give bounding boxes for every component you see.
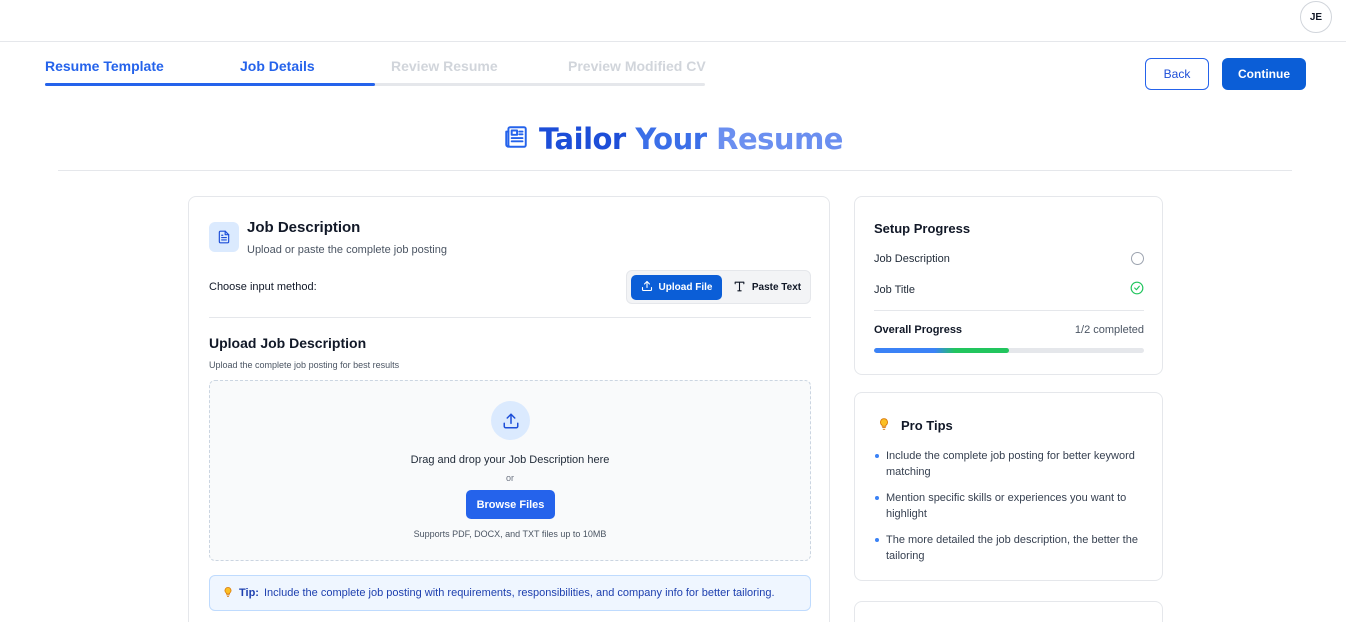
overall-progress-row: Overall Progress 1/2 completed: [874, 324, 1144, 336]
file-dropzone[interactable]: Drag and drop your Job Description here …: [209, 380, 811, 561]
browse-files-button[interactable]: Browse Files: [466, 490, 555, 519]
upload-section-subtitle: Upload the complete job posting for best…: [209, 360, 400, 370]
overall-progress-value: 1/2 completed: [1074, 324, 1144, 336]
job-description-card: Job Description Upload or paste the comp…: [188, 196, 830, 622]
upload-file-option[interactable]: Upload File: [631, 275, 722, 300]
step-job-details[interactable]: Job Details: [240, 58, 315, 74]
setup-progress-title: Setup Progress: [874, 221, 971, 236]
pro-tips-list: Include the complete job posting for bet…: [875, 448, 1145, 574]
upload-icon: [641, 280, 653, 295]
lightbulb-icon: [222, 586, 234, 601]
dropzone-instruction: Drag and drop your Job Description here: [410, 454, 610, 466]
section-divider: [209, 317, 811, 318]
lightbulb-icon: [877, 417, 891, 434]
overall-progress-label: Overall Progress: [874, 324, 963, 336]
newspaper-icon: [503, 124, 529, 155]
overall-progress-fill: [874, 348, 1009, 353]
user-avatar[interactable]: JE: [1300, 1, 1332, 33]
input-method-toggle: Upload File Paste Text: [626, 270, 811, 304]
step-resume-template[interactable]: Resume Template: [45, 58, 164, 74]
pro-tips-card: Pro Tips Include the complete job postin…: [854, 392, 1163, 581]
pending-circle-icon: [1131, 252, 1144, 265]
overall-progress-bar: [874, 348, 1144, 353]
tip-text: Include the complete job posting with re…: [263, 587, 775, 599]
tip-label: Tip:: [239, 587, 259, 599]
pro-tip-item: Include the complete job posting for bet…: [875, 448, 1145, 480]
continue-button[interactable]: Continue: [1222, 58, 1306, 90]
paste-text-label: Paste Text: [751, 282, 802, 293]
progress-item-job-title: Job Title: [874, 281, 1144, 298]
back-button[interactable]: Back: [1145, 58, 1209, 90]
step-progress: Resume Template Job Details Review Resum…: [45, 58, 706, 88]
paste-text-option[interactable]: Paste Text: [727, 275, 807, 300]
progress-item-label: Job Description: [874, 252, 950, 265]
job-description-subtitle: Upload or paste the complete job posting: [247, 244, 447, 256]
pro-tips-heading: Pro Tips: [901, 418, 953, 433]
job-description-title: Job Description: [247, 219, 361, 236]
step-track: [45, 83, 705, 86]
page-title: Tailor Your Resume: [0, 122, 1346, 156]
check-circle-icon: [1130, 281, 1144, 298]
document-icon: [209, 222, 239, 252]
supported-formats-note: Supports PDF, DOCX, and TXT files up to …: [413, 529, 607, 539]
pro-tip-item: Mention specific skills or experiences y…: [875, 490, 1145, 522]
title-word-1: Tailor: [539, 122, 626, 156]
upload-section-title: Upload Job Description: [209, 335, 367, 351]
progress-item-label: Job Title: [874, 283, 915, 296]
setup-progress-card: Setup Progress Job Description Job Title…: [854, 196, 1163, 375]
tip-banner: Tip: Include the complete job posting wi…: [209, 575, 811, 611]
step-preview-modified-cv: Preview Modified CV: [568, 58, 706, 74]
step-track-fill: [45, 83, 375, 86]
additional-card: [854, 601, 1163, 622]
upload-icon: [491, 401, 530, 440]
progress-divider: [874, 310, 1144, 311]
title-word-3: Resume: [716, 122, 843, 156]
title-word-2: Your: [635, 122, 707, 156]
pro-tip-item: The more detailed the job description, t…: [875, 532, 1145, 564]
text-icon: [733, 280, 746, 296]
title-divider: [58, 170, 1292, 171]
input-method-label: Choose input method:: [209, 281, 317, 293]
dropzone-or: or: [505, 473, 514, 483]
top-bar: JE: [0, 0, 1346, 42]
step-review-resume: Review Resume: [391, 58, 498, 74]
pro-tips-title: Pro Tips: [877, 417, 953, 434]
progress-item-job-description: Job Description: [874, 252, 1144, 265]
upload-file-label: Upload File: [658, 282, 713, 293]
